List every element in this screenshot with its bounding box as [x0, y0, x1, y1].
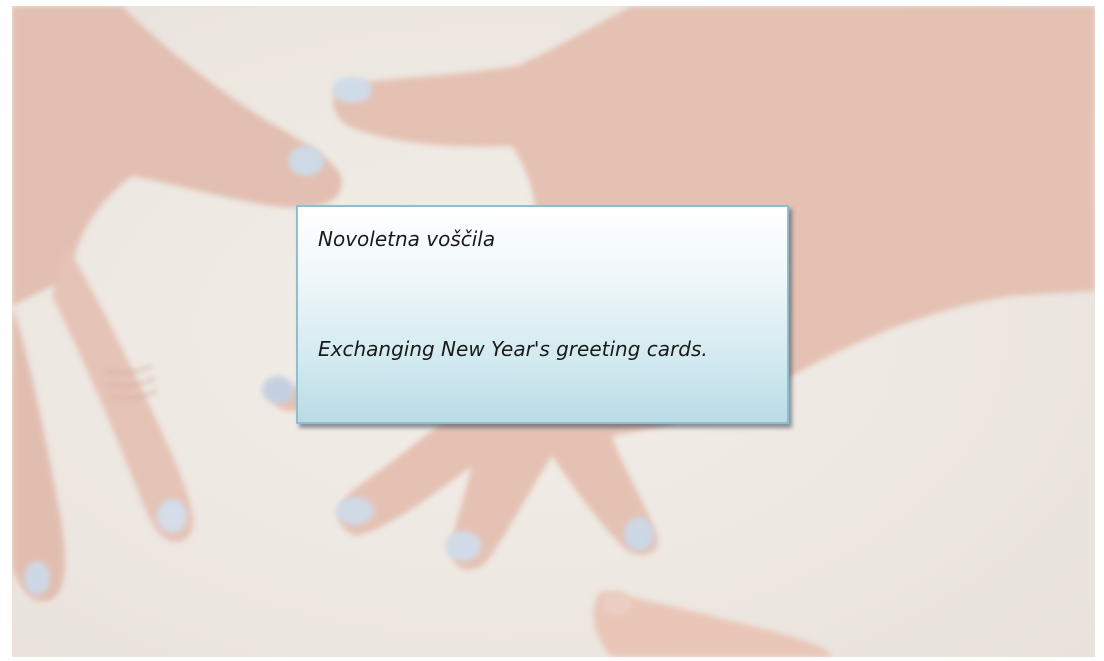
- slide: Novoletna voščila Exchanging New Year's …: [0, 0, 1104, 661]
- caption-box: Novoletna voščila Exchanging New Year's …: [296, 205, 789, 424]
- caption-title: Novoletna voščila: [318, 227, 496, 251]
- caption-body: Exchanging New Year's greeting cards.: [318, 337, 708, 361]
